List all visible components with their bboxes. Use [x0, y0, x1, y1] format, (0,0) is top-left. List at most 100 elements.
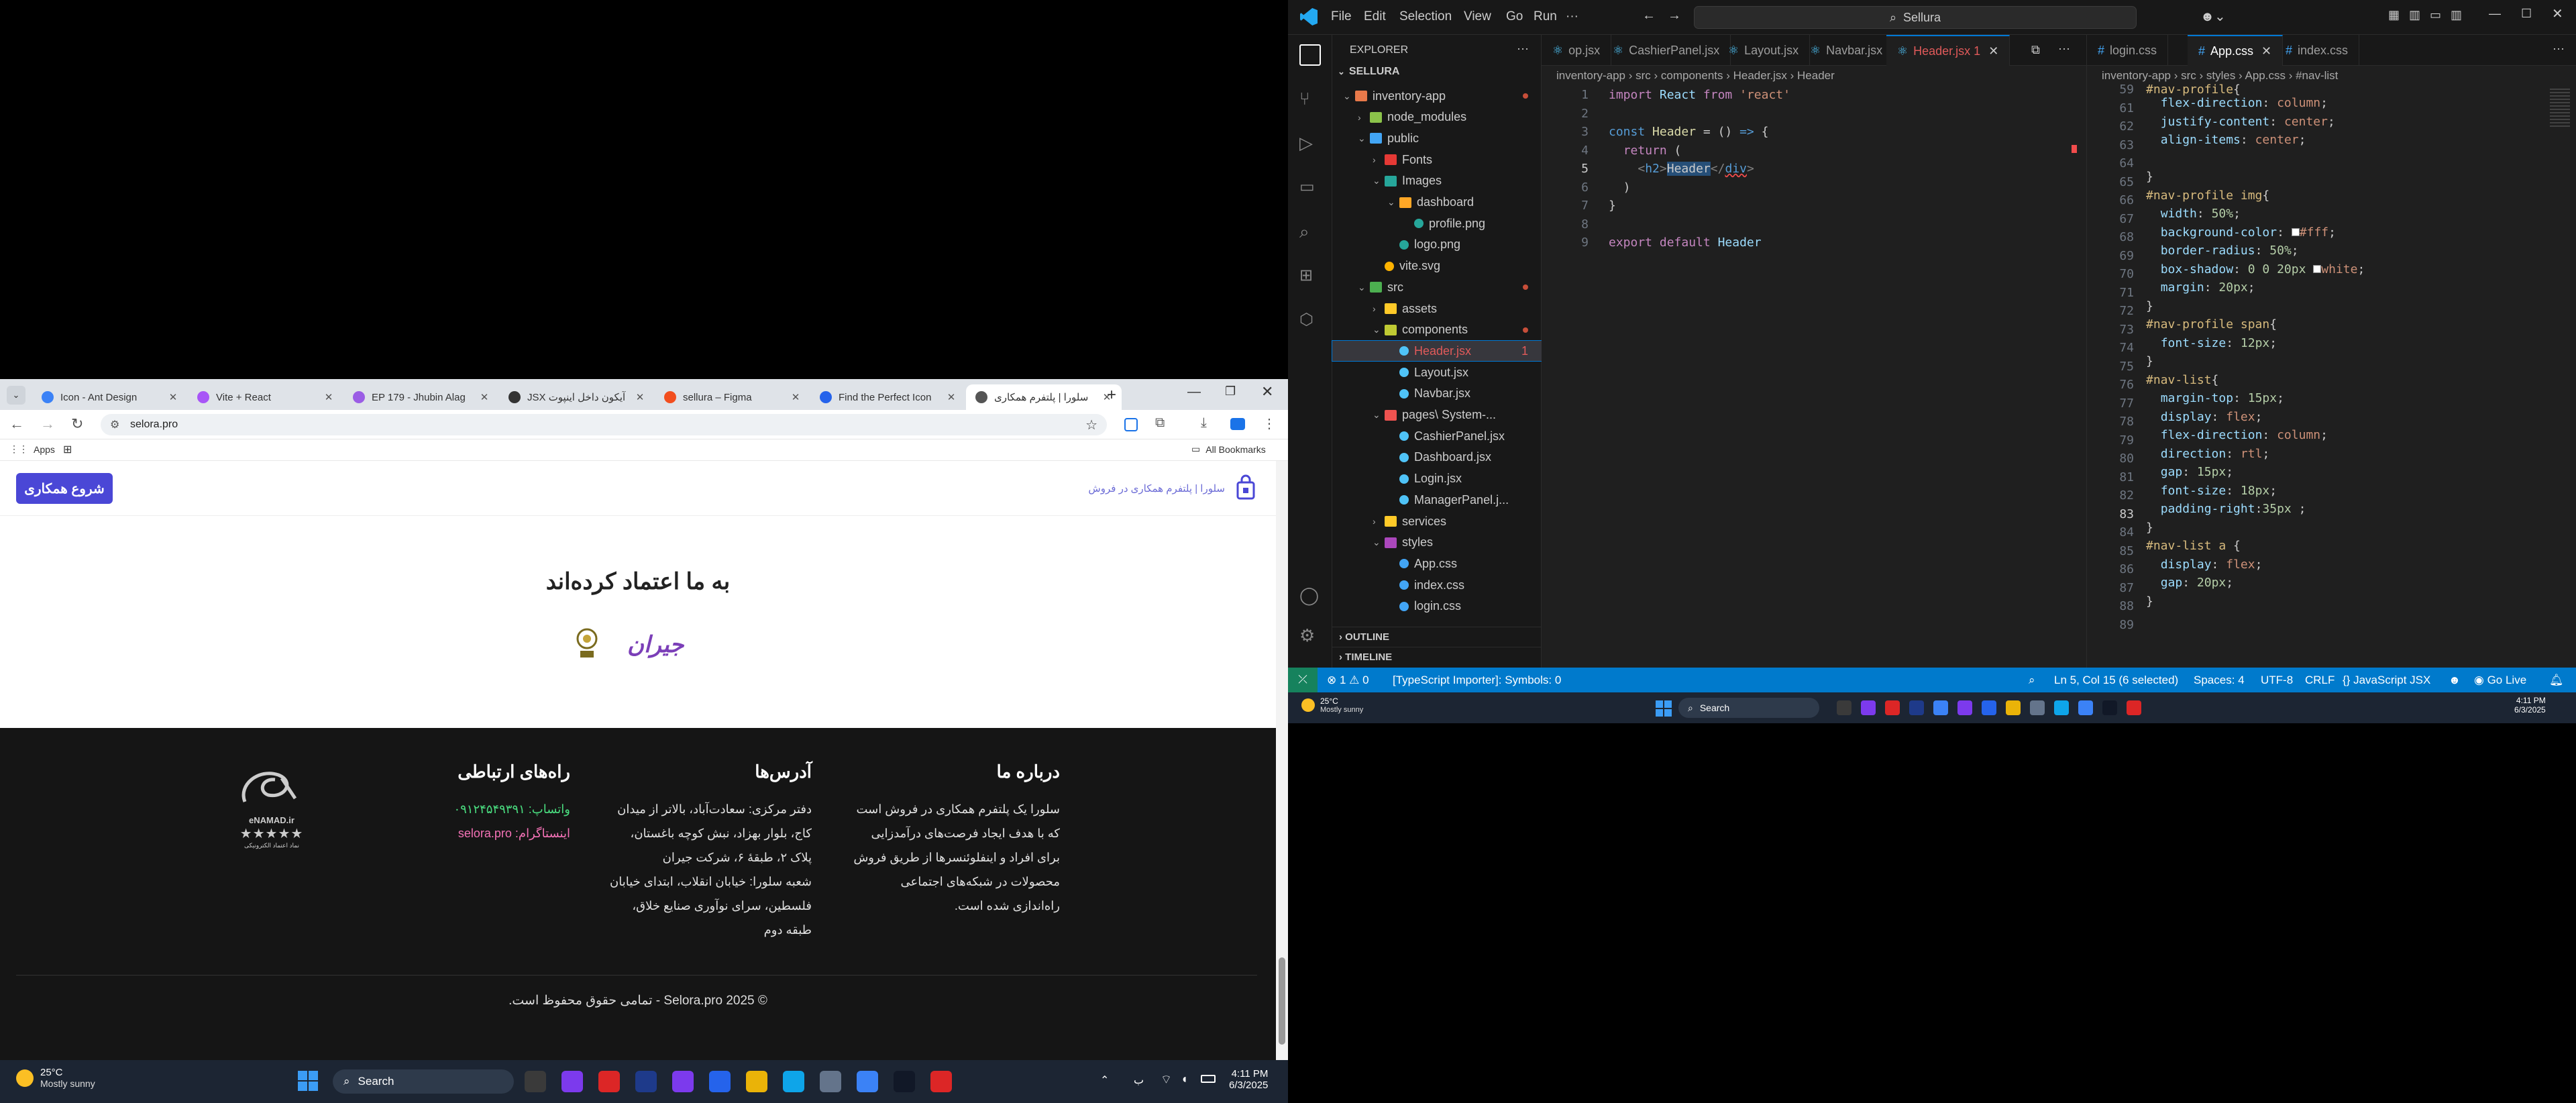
tree-file[interactable]: Dashboard.jsx — [1332, 448, 1542, 468]
new-tab-button[interactable]: + — [1107, 386, 1116, 405]
remote-indicator[interactable]: ⤫ — [1288, 668, 1318, 692]
tree-file[interactable]: CashierPanel.jsx — [1332, 426, 1542, 446]
taskbar-search[interactable]: ⌕ Search — [333, 1069, 514, 1094]
reload-icon[interactable]: ↻ — [71, 415, 83, 433]
tree-file[interactable]: Layout.jsx — [1332, 362, 1542, 382]
workspace-header[interactable]: ⌄ SELLURA — [1338, 66, 1399, 78]
editor-tab[interactable]: ⚛ CashierPanel.jsx — [1602, 35, 1731, 66]
copilot-icon[interactable]: ☻⌄ — [2200, 8, 2226, 25]
scrollbar-thumb[interactable] — [1279, 957, 1285, 1045]
tab-close-icon[interactable]: ✕ — [479, 391, 490, 403]
editor-tab[interactable]: # index.css — [2275, 35, 2360, 66]
tree-folder[interactable]: ⌄ dashboard — [1332, 193, 1542, 213]
menu-item[interactable]: View — [1464, 9, 1491, 24]
taskbar-app-icon[interactable] — [2127, 700, 2141, 715]
explorer-icon[interactable] — [1299, 44, 1321, 66]
instagram-link[interactable]: اینستاگرام: selora.pro — [376, 821, 570, 845]
database-icon[interactable]: ⬡ — [1299, 310, 1321, 331]
browser-tab[interactable]: JSX آیکون داخل اینپوت ✕ — [499, 384, 655, 410]
settings-app-icon[interactable] — [820, 1071, 841, 1092]
volume-icon[interactable]: ◖ — [1181, 1072, 1188, 1086]
tab-close-icon[interactable]: ✕ — [168, 391, 178, 403]
maximize-button[interactable]: ❐ — [1225, 384, 1236, 399]
start-collaboration-button[interactable]: شروع همکاری — [16, 473, 113, 504]
remote-desktop-app-icon[interactable] — [857, 1071, 878, 1092]
copilot-app-icon[interactable] — [561, 1071, 583, 1092]
tree-file[interactable]: login.css — [1332, 596, 1542, 617]
page-scrollbar[interactable] — [1276, 461, 1288, 1060]
site-info-icon[interactable]: ⚙ — [110, 418, 119, 431]
taskbar-app-icon[interactable] — [2078, 700, 2093, 715]
taskbar-app-icon[interactable] — [1885, 700, 1900, 715]
weather-widget[interactable]: 25°C Mostly sunny — [16, 1067, 95, 1089]
tree-file[interactable]: Header.jsx 1 — [1332, 340, 1542, 362]
editor-tab[interactable]: ⚛ Layout.jsx — [1717, 35, 1811, 66]
all-bookmarks[interactable]: ▭ All Bookmarks — [1191, 443, 1266, 455]
tray-chevron-icon[interactable]: ⌃ — [1100, 1073, 1109, 1087]
site-brand[interactable]: سلورا | پلتفرم همکاری در فروش — [1088, 474, 1256, 503]
battery-icon[interactable] — [1201, 1075, 1216, 1083]
run-debug-icon[interactable]: ▷ — [1299, 133, 1321, 154]
chrome-app-icon[interactable] — [598, 1071, 620, 1092]
settings-gear-icon[interactable]: ⚙ — [1299, 625, 1321, 647]
language-mode[interactable]: {} JavaScript JSX — [2343, 674, 2430, 687]
editor-tab[interactable]: ⚛ op.jsx — [1542, 35, 1612, 66]
profile-icon[interactable] — [1230, 418, 1245, 430]
taskbar-app-icon[interactable] — [2030, 700, 2045, 715]
taskbar-app-icon[interactable] — [1957, 700, 1972, 715]
tree-file[interactable]: index.css — [1332, 575, 1542, 595]
apps-bookmark[interactable]: ⋮⋮ Apps — [9, 443, 55, 455]
vscode-maximize-button[interactable]: ☐ — [2521, 7, 2532, 21]
task-view-icon[interactable] — [525, 1071, 546, 1092]
enamad-badge[interactable]: eNAMAD.ir ★★★★★ نماد اعتماد الکترونیکی — [225, 765, 319, 849]
taskbar-app-icon[interactable] — [1933, 700, 1948, 715]
browser-tab[interactable]: سلورا | پلتفرم همکاری ✕ — [966, 384, 1122, 410]
editor-breadcrumb[interactable]: inventory-app › src › components › Heade… — [1542, 66, 1835, 86]
language-indicator[interactable]: ب — [1134, 1073, 1144, 1087]
windows-start-icon[interactable] — [298, 1071, 318, 1091]
problems-indicator[interactable]: ⊗ 1 ⚠ 0 — [1327, 674, 1369, 687]
remote-explorer-icon[interactable]: ▭ — [1299, 177, 1321, 199]
close-window-button[interactable]: ✕ — [1261, 383, 1273, 401]
command-center[interactable]: ⌕ Sellura — [1694, 6, 2137, 29]
tab-close-icon[interactable]: ✕ — [2261, 44, 2271, 58]
whatsapp-link[interactable]: واتساپ: ۰۹۱۲۴۵۴۹۳۹۱ — [376, 797, 570, 821]
notifications-bell-icon[interactable]: 🔔︎ — [2549, 674, 2564, 687]
cursor-position[interactable]: Ln 5, Col 15 (6 selected) — [2054, 674, 2178, 687]
browser-tab[interactable]: Icon - Ant Design ✕ — [32, 384, 188, 410]
tree-file[interactable]: ManagerPanel.j... — [1332, 490, 1542, 510]
telegram-app-icon[interactable] — [783, 1071, 804, 1092]
tree-folder[interactable]: › assets — [1332, 299, 1542, 319]
menu-item[interactable]: File — [1331, 9, 1352, 24]
back-icon[interactable]: ← — [9, 415, 24, 433]
menu-item[interactable]: Selection — [1399, 9, 1452, 24]
visual-studio-app-icon[interactable] — [672, 1071, 694, 1092]
tab-close-icon[interactable]: ✕ — [790, 391, 801, 403]
tree-file[interactable]: vite.svg — [1332, 256, 1542, 276]
address-bar[interactable]: ⚙ selora.pro ☆ — [101, 414, 1107, 435]
clock[interactable]: 4:11 PM 6/3/2025 — [2514, 696, 2546, 715]
tree-folder[interactable]: ⌄ public — [1332, 128, 1542, 148]
editor-more-icon[interactable]: ··· — [2058, 42, 2070, 56]
chrome-profile-app-icon[interactable] — [930, 1071, 952, 1092]
photoshop-app-icon[interactable] — [635, 1071, 657, 1092]
taskbar-app-icon[interactable] — [1861, 700, 1876, 715]
nav-forward-icon[interactable]: → — [1668, 8, 1681, 23]
minimize-button[interactable]: — — [1187, 384, 1201, 400]
tree-file[interactable]: logo.png — [1332, 235, 1542, 255]
timeline-section[interactable]: › TIMELINE — [1332, 647, 1542, 667]
line-endings[interactable]: CRLF — [2305, 674, 2334, 687]
clock[interactable]: 4:11 PM 6/3/2025 — [1229, 1068, 1268, 1091]
tab-groups-icon[interactable]: ⊞ — [63, 443, 72, 456]
zoom-icon[interactable]: ⌕ — [2029, 674, 2035, 687]
split-editor-icon[interactable]: ⧉ — [2031, 43, 2040, 57]
tree-folder[interactable]: ⌄ styles — [1332, 533, 1542, 553]
forward-icon[interactable]: → — [40, 415, 55, 433]
download-icon[interactable]: ⤓ — [1201, 415, 1207, 431]
editor-tab[interactable]: # login.css — [2087, 35, 2169, 66]
tree-folder[interactable]: ⌄ pages\ System-... — [1332, 405, 1542, 425]
explorer-more-icon[interactable]: ··· — [1517, 42, 1529, 56]
bookmark-star-icon[interactable]: ☆ — [1085, 417, 1097, 433]
menu-item[interactable]: Run — [1534, 9, 1557, 24]
importer-status[interactable]: [TypeScript Importer]: Symbols: 0 — [1393, 674, 1561, 687]
